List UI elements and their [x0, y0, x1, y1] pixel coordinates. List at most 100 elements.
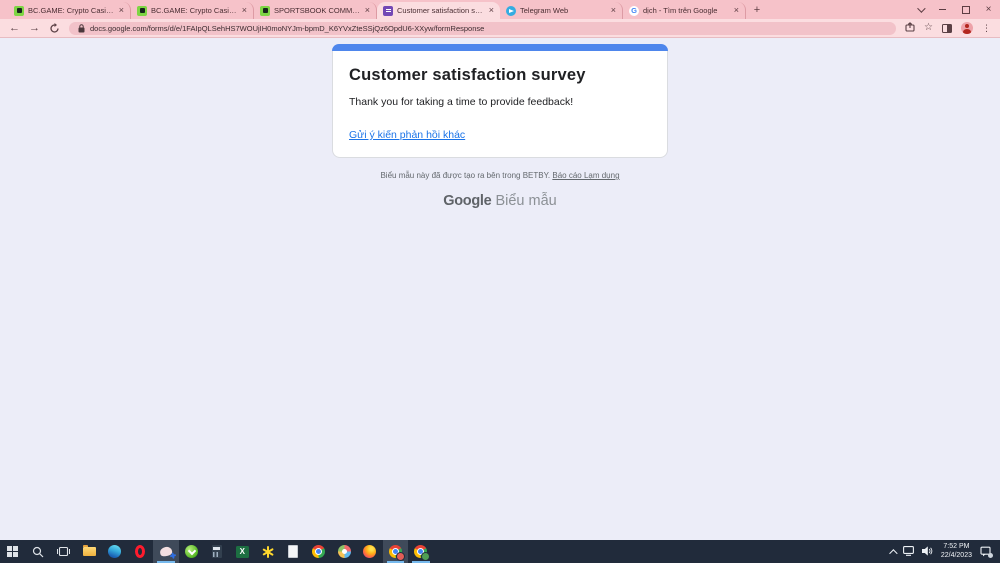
edge-button[interactable] — [102, 540, 128, 563]
windows-logo-icon — [7, 546, 18, 557]
tab-sportsbook[interactable]: SPORTSBOOK COMMUNITY SUR × — [254, 2, 377, 19]
start-button[interactable] — [0, 540, 26, 563]
tab-label: SPORTSBOOK COMMUNITY SUR — [274, 6, 361, 15]
notification-badge — [988, 553, 993, 558]
tab-label: BC.GAME: Crypto Casino Games — [151, 6, 238, 15]
opera-icon — [135, 545, 145, 558]
tab-google-search[interactable]: dịch - Tìm trên Google × — [623, 2, 746, 19]
toolbar-actions: ☆ ⋮ — [905, 19, 991, 37]
close-tab-icon[interactable]: × — [242, 6, 247, 15]
sportsbook-favicon-icon — [260, 6, 270, 16]
close-tab-icon[interactable]: × — [611, 6, 616, 15]
calculator-button[interactable] — [204, 540, 230, 563]
firefox-button[interactable] — [357, 540, 383, 563]
folder-icon — [83, 547, 96, 556]
created-notice-text: Biểu mẫu này đã được tạo ra bên trong BE… — [380, 171, 550, 180]
menu-dots-icon[interactable]: ⋮ — [982, 24, 991, 33]
close-window-button[interactable]: × — [977, 0, 1000, 19]
form-card-body: Customer satisfaction survey Thank you f… — [332, 51, 668, 158]
google-forms-favicon-icon — [383, 6, 393, 16]
excel-button[interactable] — [230, 540, 256, 563]
telegram-favicon-icon — [506, 6, 516, 16]
volume-icon[interactable] — [922, 543, 933, 561]
address-bar[interactable]: docs.google.com/forms/d/e/1FAIpQLSehHS7W… — [69, 22, 896, 35]
edge-icon — [108, 545, 121, 558]
close-tab-icon[interactable]: × — [734, 6, 739, 15]
hidden-icons-chevron-icon[interactable] — [889, 549, 897, 557]
action-center-button[interactable] — [980, 546, 991, 557]
task-view-button[interactable] — [51, 540, 77, 563]
taskbar-search-button[interactable] — [26, 540, 52, 563]
screen: BC.GAME: Crypto Casino Games × BC.GAME: … — [0, 0, 1000, 563]
tab-search-chevron-icon[interactable] — [908, 0, 931, 19]
idm-button[interactable] — [179, 540, 205, 563]
pink-app-button[interactable] — [153, 540, 179, 563]
reload-button[interactable] — [49, 23, 60, 34]
forms-wordmark: Biểu mẫu — [495, 193, 556, 209]
form-accent-bar — [332, 44, 668, 51]
tab-bcgame-1[interactable]: BC.GAME: Crypto Casino Games × — [8, 2, 131, 19]
firefox-icon — [363, 545, 376, 558]
clock-time: 7:52 PM — [941, 543, 972, 552]
url-text: docs.google.com/forms/d/e/1FAIpQLSehHS7W… — [90, 24, 484, 33]
profile-badge-red — [396, 552, 405, 561]
new-tab-button[interactable]: + — [746, 4, 768, 16]
form-footer-notice: Biểu mẫu này đã được tạo ra bên trong BE… — [380, 171, 619, 180]
chrome-button[interactable] — [306, 540, 332, 563]
form-title: Customer satisfaction survey — [349, 66, 651, 85]
notepad-icon — [288, 545, 298, 558]
close-tab-icon[interactable]: × — [365, 6, 370, 15]
google-wordmark: Google — [443, 193, 491, 209]
bcgame-favicon-icon — [137, 6, 147, 16]
share-icon[interactable] — [905, 19, 915, 37]
chrome-icon — [312, 545, 325, 558]
windows-taskbar: 7:52 PM 22/4/2023 — [0, 540, 1000, 563]
minimize-button[interactable] — [931, 0, 954, 19]
pink-app-icon — [159, 546, 173, 557]
form-card: Customer satisfaction survey Thank you f… — [332, 44, 668, 158]
google-favicon-icon — [629, 6, 639, 16]
clock-date: 22/4/2023 — [941, 552, 972, 561]
tab-label: dịch - Tìm trên Google — [643, 6, 730, 15]
tab-label: Customer satisfaction survey — [397, 6, 485, 15]
calculator-icon — [212, 545, 222, 558]
form-response-page: Customer satisfaction survey Thank you f… — [0, 38, 1000, 540]
tab-telegram[interactable]: Telegram Web × — [500, 2, 623, 19]
notepad-button[interactable] — [281, 540, 307, 563]
report-abuse-link[interactable]: Báo cáo Lạm dụng — [552, 171, 619, 180]
back-button[interactable]: ← — [9, 23, 20, 34]
profile-avatar[interactable] — [961, 22, 973, 34]
bcgame-favicon-icon — [14, 6, 24, 16]
paint-icon — [338, 545, 351, 558]
download-manager-icon — [185, 545, 198, 558]
browser-toolbar: ← → docs.google.com/forms/d/e/1FAIpQLSeh… — [0, 19, 1000, 38]
confirmation-message: Thank you for taking a time to provide f… — [349, 96, 651, 108]
lock-icon — [78, 24, 85, 33]
excel-icon — [236, 546, 249, 558]
opera-button[interactable] — [128, 540, 154, 563]
close-tab-icon[interactable]: × — [119, 6, 124, 15]
tab-customer-survey[interactable]: Customer satisfaction survey × — [377, 2, 500, 19]
tab-bcgame-2[interactable]: BC.GAME: Crypto Casino Games × — [131, 2, 254, 19]
google-forms-brand: Google Biểu mẫu — [443, 193, 556, 209]
close-tab-icon[interactable]: × — [489, 6, 494, 15]
chrome-profile-red-button[interactable] — [383, 540, 409, 563]
system-tray: 7:52 PM 22/4/2023 — [880, 540, 1000, 563]
window-controls: × — [908, 0, 1000, 19]
file-explorer-button[interactable] — [77, 540, 103, 563]
chrome-profile-green-button[interactable] — [408, 540, 434, 563]
search-icon — [32, 546, 44, 558]
taskbar-clock[interactable]: 7:52 PM 22/4/2023 — [941, 543, 972, 560]
network-icon[interactable] — [903, 543, 914, 561]
task-view-icon — [57, 546, 70, 557]
paint-button[interactable] — [332, 540, 358, 563]
submit-another-response-link[interactable]: Gửi ý kiến phản hồi khác — [349, 129, 465, 141]
bookmark-star-icon[interactable]: ☆ — [924, 23, 933, 33]
settings-app-button[interactable] — [255, 540, 281, 563]
gear-icon — [267, 546, 269, 558]
forward-button[interactable]: → — [29, 23, 40, 34]
restore-button[interactable] — [954, 0, 977, 19]
browser-tab-strip: BC.GAME: Crypto Casino Games × BC.GAME: … — [0, 0, 1000, 19]
tab-label: Telegram Web — [520, 6, 607, 15]
side-panel-icon[interactable] — [942, 24, 952, 33]
